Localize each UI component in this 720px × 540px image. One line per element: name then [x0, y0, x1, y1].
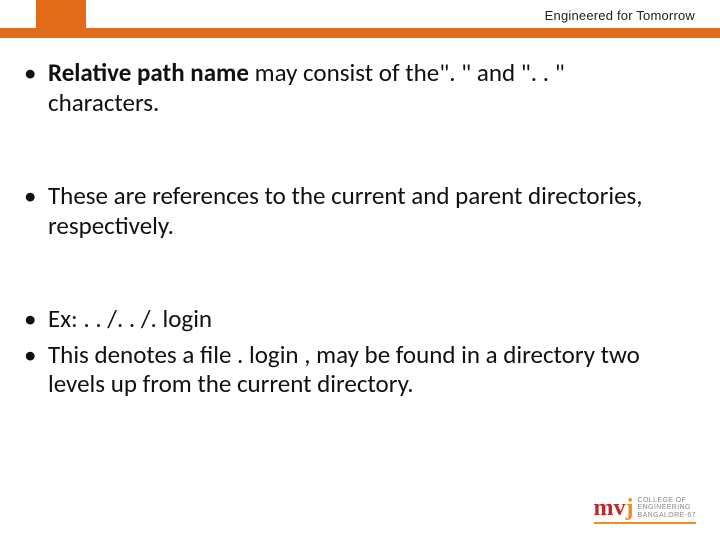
logo-underline	[594, 522, 697, 524]
bullet-text: These are references to the current and …	[48, 180, 643, 241]
bullet-text: Ex: . . /. . /. login	[48, 303, 212, 334]
header-bar	[0, 28, 720, 38]
bullet-bold-term: Relative path name	[48, 57, 249, 88]
bullet-item: This denotes a file . login , may be fou…	[20, 340, 680, 399]
logo-mark: mvj	[594, 495, 634, 522]
logo-letter-m: m	[594, 495, 614, 521]
logo-letter-v: v	[614, 495, 626, 521]
bullet-item: Relative path name may consist of the". …	[20, 58, 680, 117]
slide-content: Relative path name may consist of the". …	[20, 58, 680, 405]
bullet-item: These are references to the current and …	[20, 181, 680, 240]
bullet-list: Ex: . . /. . /. login This denotes a fil…	[20, 304, 680, 399]
footer-logo: mvj COLLEGE OF ENGINEERING BANGALORE-67	[594, 495, 697, 522]
logo-text: COLLEGE OF ENGINEERING BANGALORE-67	[638, 497, 697, 522]
bullet-item: Ex: . . /. . /. login	[20, 304, 680, 334]
logo-line2: ENGINEERING	[638, 504, 697, 511]
bullet-list: These are references to the current and …	[20, 181, 680, 240]
header-tagline: Engineered for Tomorrow	[0, 8, 695, 23]
bullet-list: Relative path name may consist of the". …	[20, 58, 680, 117]
logo-letter-j: j	[626, 495, 634, 521]
bullet-text: This denotes a file . login , may be fou…	[48, 339, 640, 400]
logo-line3: BANGALORE-67	[638, 512, 697, 519]
logo-line1: COLLEGE OF	[638, 497, 697, 504]
